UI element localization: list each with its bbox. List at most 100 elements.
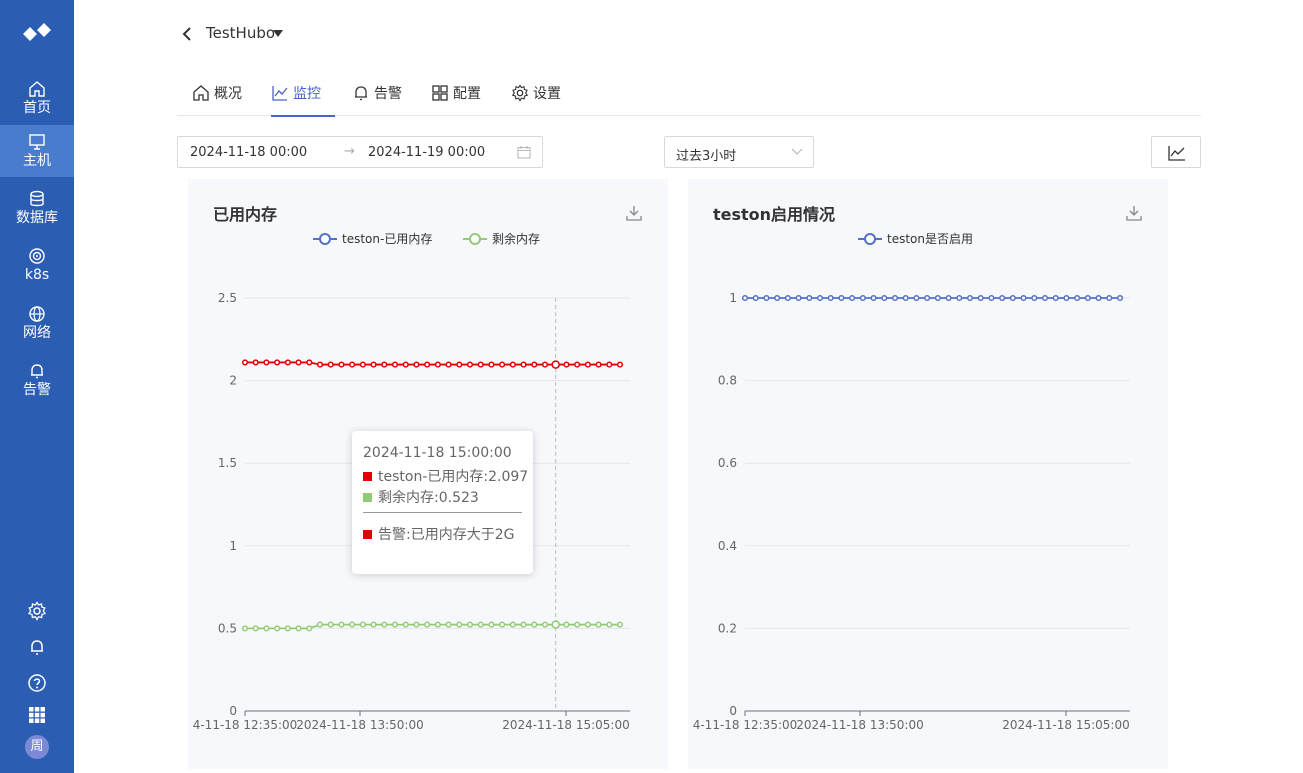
time-range-select[interactable]: 过去3小时: [664, 136, 814, 168]
data-point: [784, 294, 791, 302]
data-point: [1063, 294, 1070, 302]
sidebar-item-network[interactable]: 网络: [0, 297, 74, 349]
data-point: [263, 359, 270, 366]
data-point: [752, 294, 759, 302]
data-point: [477, 361, 484, 368]
y-tick-label: 0.6: [718, 456, 737, 470]
data-point: [509, 621, 516, 628]
data-point: [616, 361, 624, 368]
data-point: [563, 621, 570, 628]
sidebar: 首页 主机 数据库 k8s 网络 告警 周: [0, 0, 74, 773]
sidebar-item-database[interactable]: 数据库: [0, 182, 74, 234]
data-point: [541, 361, 549, 368]
sidebar-item-label: 网络: [23, 325, 51, 341]
tooltip-marker: [363, 492, 372, 502]
data-point: [456, 361, 463, 368]
data-point: [574, 621, 581, 628]
tab-settings[interactable]: 设置: [511, 70, 561, 116]
data-point: [499, 621, 506, 628]
tooltip-row-text: 剩余内存:0.523: [378, 490, 479, 506]
bell-icon: [31, 364, 43, 379]
sidebar-item-k8s[interactable]: k8s: [0, 239, 74, 291]
tab-monitor[interactable]: 监控: [271, 70, 335, 117]
range-arrow: →: [344, 144, 355, 159]
legend-label: teston是否启用: [887, 232, 973, 246]
data-point: [434, 621, 441, 628]
data-point: [488, 621, 495, 628]
data-point: [988, 294, 995, 302]
data-point: [551, 360, 560, 369]
sidebar-item-home[interactable]: 首页: [0, 72, 74, 124]
tooltip-row-text: teston-已用内存:2.097: [378, 469, 529, 485]
data-point: [1095, 294, 1102, 302]
data-point: [424, 361, 431, 368]
download-icon[interactable]: [1126, 205, 1142, 221]
x-tick-label: 4-11-18 12:35:00: [193, 718, 298, 732]
data-point: [391, 621, 399, 628]
data-point: [913, 294, 920, 302]
tab-bar: 概况 监控 告警 配置 设置: [177, 70, 1201, 117]
legend-label: teston-已用内存: [342, 232, 432, 246]
chart-title: teston启用情况: [713, 205, 836, 224]
bell-icon[interactable]: [27, 637, 47, 657]
data-point: [763, 294, 770, 302]
apps-grid-icon[interactable]: [27, 705, 47, 725]
app-title[interactable]: TestHubo: [206, 24, 275, 42]
download-icon[interactable]: [626, 205, 642, 221]
chart-view-button[interactable]: [1151, 136, 1201, 168]
sidebar-item-label: 主机: [23, 153, 51, 169]
calendar-icon[interactable]: [517, 145, 531, 159]
caret-down-icon[interactable]: [273, 30, 283, 37]
legend-marker: [319, 233, 331, 245]
data-point: [338, 361, 345, 368]
y-tick-label: 0: [729, 704, 737, 718]
y-tick-label: 0.2: [718, 621, 737, 635]
data-point: [595, 361, 602, 368]
data-point: [434, 361, 441, 368]
sidebar-item-host[interactable]: 主机: [0, 125, 74, 177]
enabled-line-chart[interactable]: 00.20.40.60.814-11-18 12:35:00 2024-11-18…: [688, 179, 1168, 769]
data-point: [606, 621, 613, 628]
tooltip-divider: [363, 512, 522, 513]
sidebar-item-alert[interactable]: 告警: [0, 354, 74, 406]
y-tick-label: 0: [229, 704, 237, 718]
data-point: [359, 361, 366, 368]
x-tick-label: 2024-11-18 13:50:00: [796, 718, 923, 732]
tab-alert[interactable]: 告警: [352, 70, 402, 116]
gear-icon[interactable]: [27, 601, 47, 621]
x-tick-label: 4-11-18 12:35:00: [693, 718, 798, 732]
data-point: [413, 621, 420, 628]
back-arrow-icon[interactable]: [180, 26, 194, 42]
date-range-picker[interactable]: 2024-11-18 00:00 → 2024-11-19 00:00: [177, 136, 543, 168]
date-start-input[interactable]: 2024-11-18 00:00: [190, 145, 307, 160]
x-tick-label: 2024-11-18 13:50:00: [296, 718, 423, 732]
tab-label: 告警: [374, 86, 402, 102]
data-point: [349, 621, 356, 628]
tooltip-row: 剩余内存:0.523: [363, 487, 479, 507]
y-tick-label: 0.8: [718, 374, 737, 388]
data-point: [1031, 294, 1038, 302]
data-point: [413, 361, 420, 368]
data-point: [488, 361, 495, 368]
logo-icon[interactable]: [20, 14, 54, 50]
data-point: [456, 621, 463, 628]
help-icon[interactable]: [27, 673, 47, 693]
data-point: [381, 621, 388, 628]
tooltip-alert-row: 告警:已用内存大于2G: [363, 524, 514, 544]
tab-overview[interactable]: 概况: [192, 70, 242, 116]
sidebar-item-label: k8s: [24, 267, 50, 283]
data-point: [838, 294, 845, 302]
x-tick-label: 2024-11-18 15:05:00: [1002, 718, 1129, 732]
date-end-input[interactable]: 2024-11-19 00:00: [368, 145, 485, 160]
data-point: [1116, 294, 1124, 302]
data-point: [241, 359, 249, 366]
data-point: [966, 294, 974, 302]
data-point: [477, 621, 484, 628]
avatar[interactable]: 周: [25, 735, 49, 759]
data-point: [795, 294, 802, 302]
enabled-chart-panel: 0 0.2 0.4 0.6 0.8 1 4-11-18 12:35:00 2024-11-18…: [688, 179, 1168, 769]
data-point: [531, 361, 538, 368]
data-point: [316, 361, 324, 368]
data-point: [370, 361, 377, 368]
tab-config[interactable]: 配置: [431, 70, 481, 116]
